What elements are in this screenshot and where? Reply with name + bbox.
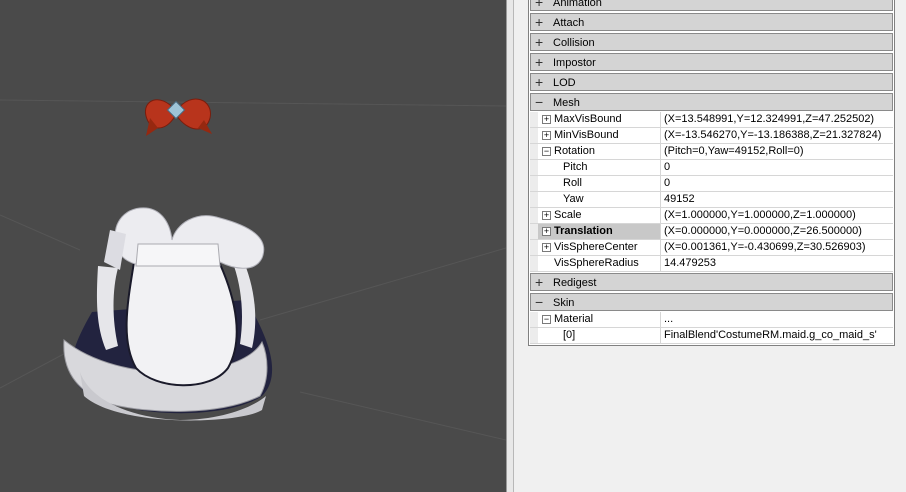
expand-icon[interactable]: + xyxy=(535,15,546,29)
property-value[interactable]: ... xyxy=(660,312,894,327)
property-row-maxvisbound[interactable]: + MaxVisBound (X=13.548991,Y=12.324991,Z… xyxy=(530,112,893,128)
property-name: [0] xyxy=(563,329,576,341)
property-name: Material xyxy=(554,313,594,325)
property-row-pitch[interactable]: Pitch 0 xyxy=(530,160,893,176)
property-row-scale[interactable]: + Scale (X=1.000000,Y=1.000000,Z=1.00000… xyxy=(530,208,893,224)
property-row-translation[interactable]: + Translation (X=0.000000,Y=0.000000,Z=2… xyxy=(530,224,893,240)
properties-panel: + Animation + Attach + Collision + Impos… xyxy=(514,0,906,492)
property-row-vissphere-center[interactable]: + VisSphereCenter (X=0.001361,Y=-0.43069… xyxy=(530,240,893,256)
property-value[interactable]: (X=0.000000,Y=0.000000,Z=26.500000) xyxy=(660,224,894,239)
property-row-roll[interactable]: Roll 0 xyxy=(530,176,893,192)
expand-icon[interactable]: + xyxy=(535,75,546,89)
expand-icon[interactable]: + xyxy=(535,35,546,49)
property-name: MinVisBound xyxy=(554,129,619,141)
category-label: Skin xyxy=(553,297,575,309)
category-mesh[interactable]: − Mesh xyxy=(530,93,893,111)
property-name: VisSphereCenter xyxy=(554,241,638,253)
category-label: Animation xyxy=(553,0,602,9)
property-name: Scale xyxy=(554,209,582,221)
category-label: Impostor xyxy=(553,57,596,69)
property-value[interactable]: (X=0.001361,Y=-0.430699,Z=30.526903) xyxy=(660,240,894,255)
property-name: MaxVisBound xyxy=(554,113,622,125)
bow-model xyxy=(144,98,212,136)
category-animation[interactable]: + Animation xyxy=(530,0,893,11)
category-lod[interactable]: + LOD xyxy=(530,73,893,91)
property-name: Pitch xyxy=(563,161,588,173)
property-value[interactable]: 0 xyxy=(660,176,894,191)
property-row-vissphere-radius[interactable]: VisSphereRadius 14.479253 xyxy=(530,256,893,272)
category-label: Mesh xyxy=(553,97,580,109)
category-skin[interactable]: − Skin xyxy=(530,293,893,311)
property-value[interactable]: 0 xyxy=(660,160,894,175)
category-collision[interactable]: + Collision xyxy=(530,33,893,51)
property-value[interactable]: (Pitch=0,Yaw=49152,Roll=0) xyxy=(660,144,894,159)
category-label: Redigest xyxy=(553,277,597,289)
property-row-yaw[interactable]: Yaw 49152 xyxy=(530,192,893,208)
property-value[interactable]: 49152 xyxy=(660,192,894,207)
expand-icon[interactable]: + xyxy=(542,115,551,124)
property-name: VisSphereRadius xyxy=(554,257,639,269)
category-label: Attach xyxy=(553,17,585,29)
property-row-material[interactable]: − Material ... xyxy=(530,312,893,328)
expand-icon[interactable]: + xyxy=(535,55,546,69)
collapse-icon[interactable]: − xyxy=(535,95,546,109)
property-value[interactable]: 14.479253 xyxy=(660,256,894,271)
maid-apron-model xyxy=(63,207,273,421)
property-name: Translation xyxy=(554,225,613,237)
category-attach[interactable]: + Attach xyxy=(530,13,893,31)
property-value[interactable]: (X=-13.546270,Y=-13.186388,Z=21.327824) xyxy=(660,128,894,143)
property-value[interactable]: FinalBlend'CostumeRM.maid.g_co_maid_s' xyxy=(660,328,894,343)
collapse-icon[interactable]: − xyxy=(542,147,551,156)
property-row-rotation[interactable]: − Rotation (Pitch=0,Yaw=49152,Roll=0) xyxy=(530,144,893,160)
property-value[interactable]: (X=13.548991,Y=12.324991,Z=47.252502) xyxy=(660,112,894,127)
category-label: Collision xyxy=(553,37,595,49)
property-row-minvisbound[interactable]: + MinVisBound (X=-13.546270,Y=-13.186388… xyxy=(530,128,893,144)
category-impostor[interactable]: + Impostor xyxy=(530,53,893,71)
expand-icon[interactable]: + xyxy=(542,211,551,220)
category-redigest[interactable]: + Redigest xyxy=(530,273,893,291)
3d-viewport[interactable] xyxy=(0,0,506,492)
property-value[interactable]: (X=1.000000,Y=1.000000,Z=1.000000) xyxy=(660,208,894,223)
expand-icon[interactable]: + xyxy=(535,275,546,289)
category-label: LOD xyxy=(553,77,576,89)
property-grid: + Animation + Attach + Collision + Impos… xyxy=(528,0,895,346)
property-name: Yaw xyxy=(563,193,584,205)
expand-icon[interactable]: + xyxy=(542,227,551,236)
expand-icon[interactable]: + xyxy=(542,131,551,140)
property-name: Rotation xyxy=(554,145,595,157)
property-name: Roll xyxy=(563,177,582,189)
panel-splitter[interactable] xyxy=(506,0,514,492)
expand-icon[interactable]: + xyxy=(535,0,546,9)
property-row-material-0[interactable]: [0] FinalBlend'CostumeRM.maid.g_co_maid_… xyxy=(530,328,893,344)
expand-icon[interactable]: + xyxy=(542,243,551,252)
collapse-icon[interactable]: − xyxy=(535,295,546,309)
viewport-scene xyxy=(0,98,506,441)
collapse-icon[interactable]: − xyxy=(542,315,551,324)
